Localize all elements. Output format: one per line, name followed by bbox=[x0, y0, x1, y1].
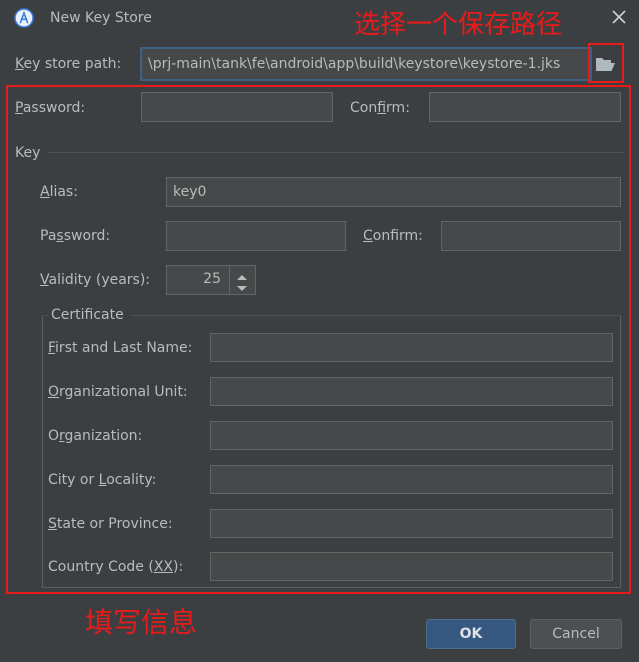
close-icon[interactable] bbox=[610, 8, 628, 26]
ok-button-label: OK bbox=[459, 626, 483, 642]
certificate-top-line-right bbox=[130, 315, 621, 316]
browse-highlight-box bbox=[588, 43, 624, 83]
alias-label: Alias: bbox=[40, 184, 78, 200]
store-confirm-label: Confirm: bbox=[350, 100, 410, 116]
alias-input[interactable]: key0 bbox=[166, 177, 621, 207]
chevron-down-icon[interactable] bbox=[235, 281, 249, 291]
certificate-field-input[interactable] bbox=[210, 552, 613, 581]
cancel-button-label: Cancel bbox=[552, 626, 600, 642]
annotation-select-path: 选择一个保存路径 bbox=[354, 10, 563, 40]
keystore-path-input[interactable]: \prj-main\tank\fe\android\app\build\keys… bbox=[140, 47, 592, 81]
certificate-field-input[interactable] bbox=[210, 509, 613, 538]
certificate-field-input[interactable] bbox=[210, 421, 613, 450]
certificate-field-input[interactable] bbox=[210, 333, 613, 362]
validity-value: 25 bbox=[203, 271, 221, 287]
annotation-fill-info: 填写信息 bbox=[85, 606, 198, 639]
ok-button[interactable]: OK bbox=[426, 619, 516, 649]
cancel-button[interactable]: Cancel bbox=[530, 619, 622, 649]
store-password-input[interactable] bbox=[141, 92, 333, 122]
window-title: New Key Store bbox=[50, 10, 152, 26]
certificate-field-label: State or Province: bbox=[48, 516, 173, 532]
key-section-label: Key bbox=[15, 145, 41, 161]
keystore-path-value: \prj-main\tank\fe\android\app\build\keys… bbox=[148, 56, 561, 72]
store-password-label: Password: bbox=[15, 100, 86, 116]
validity-stepper[interactable]: 25 bbox=[166, 265, 256, 295]
android-studio-icon bbox=[14, 8, 34, 28]
key-password-label: Password: bbox=[40, 228, 111, 244]
alias-value: key0 bbox=[173, 184, 207, 200]
certificate-field-label: City or Locality: bbox=[48, 472, 157, 488]
certificate-field-label: First and Last Name: bbox=[48, 340, 193, 356]
key-password-input[interactable] bbox=[166, 221, 346, 251]
validity-label: Validity (years): bbox=[40, 272, 151, 288]
certificate-top-line-left bbox=[42, 315, 48, 316]
certificate-field-input[interactable] bbox=[210, 465, 613, 494]
certificate-field-label: Country Code (XX): bbox=[48, 559, 184, 575]
stepper-divider bbox=[229, 266, 230, 294]
key-section-separator bbox=[48, 152, 624, 153]
key-confirm-input[interactable] bbox=[441, 221, 621, 251]
certificate-section-label: Certificate bbox=[51, 307, 124, 323]
certificate-field-label: Organization: bbox=[48, 428, 143, 444]
certificate-field-label: Organizational Unit: bbox=[48, 384, 188, 400]
key-confirm-label: Confirm: bbox=[363, 228, 423, 244]
store-confirm-input[interactable] bbox=[429, 92, 621, 122]
keystore-path-label: Key store path: bbox=[15, 56, 122, 72]
chevron-up-icon[interactable] bbox=[235, 270, 249, 280]
certificate-field-input[interactable] bbox=[210, 377, 613, 406]
